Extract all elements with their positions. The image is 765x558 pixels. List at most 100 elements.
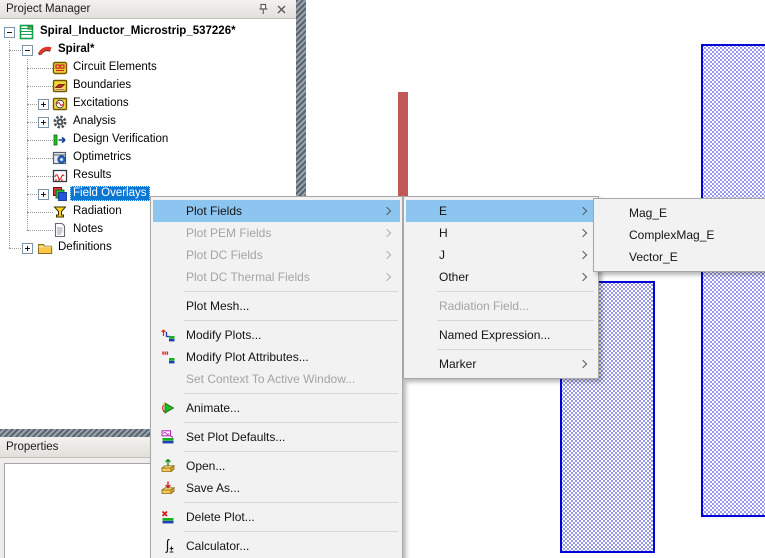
tree-item-boundaries[interactable]: Boundaries xyxy=(0,77,296,95)
tree-item-spiral-inductor-microstrip-537226[interactable]: Spiral_Inductor_Microstrip_537226* xyxy=(0,23,296,41)
tree-item-label[interactable]: Field Overlays xyxy=(70,186,150,201)
expand-plus-box[interactable] xyxy=(38,99,49,110)
tree-item-label[interactable]: Circuit Elements xyxy=(70,60,160,75)
menu-item-vector-e[interactable]: Vector_E xyxy=(596,246,765,268)
save-as-icon xyxy=(160,480,176,496)
notes-icon xyxy=(52,222,68,238)
tree-item-label[interactable]: Definitions xyxy=(55,240,115,255)
menu-item-label: Save As... xyxy=(186,481,241,495)
chevron-right-icon xyxy=(578,206,588,216)
chevron-right-icon xyxy=(578,359,588,369)
design-verification-icon xyxy=(52,132,68,148)
tree-item-results[interactable]: Results xyxy=(0,167,296,185)
menu-item-modify-plot-attributes[interactable]: Modify Plot Attributes... xyxy=(153,346,400,368)
menu-item-label: Set Context To Active Window... xyxy=(186,372,356,386)
menu-item-plot-fields[interactable]: Plot Fields xyxy=(153,200,400,222)
menu-separator xyxy=(184,320,398,321)
menu-item-calculator[interactable]: Calculator... xyxy=(153,535,400,557)
collapse-minus-box[interactable] xyxy=(4,27,15,38)
tree-item-label[interactable]: Results xyxy=(70,168,114,183)
expand-plus-box[interactable] xyxy=(22,243,33,254)
expand-plus-box[interactable] xyxy=(38,117,49,128)
menu-item-plot-dc-thermal-fields: Plot DC Thermal Fields xyxy=(153,266,400,288)
menu-item-label: Animate... xyxy=(186,401,241,415)
animate-icon xyxy=(160,400,176,416)
modify-plot-attributes-icon xyxy=(160,349,176,365)
menu-item-delete-plot[interactable]: Delete Plot... xyxy=(153,506,400,528)
tree-item-label[interactable]: Boundaries xyxy=(70,78,134,93)
tree-item-circuit-elements[interactable]: Circuit Elements xyxy=(0,59,296,77)
tree-item-label[interactable]: Radiation xyxy=(70,204,125,219)
model-object-hatched-right[interactable] xyxy=(701,44,765,517)
menu-item-plot-mesh[interactable]: Plot Mesh... xyxy=(153,295,400,317)
menu-separator xyxy=(437,291,594,292)
menu-item-complexmag-e[interactable]: ComplexMag_E xyxy=(596,224,765,246)
menu-item-j[interactable]: J xyxy=(406,244,596,266)
results-icon xyxy=(52,168,68,184)
menu-separator xyxy=(184,451,398,452)
tree-item-label[interactable]: Optimetrics xyxy=(70,150,134,165)
menu-item-named-expression[interactable]: Named Expression... xyxy=(406,324,596,346)
tree-item-excitations[interactable]: Excitations xyxy=(0,95,296,113)
menu-item-mag-e[interactable]: Mag_E xyxy=(596,202,765,224)
tree-item-label[interactable]: Spiral_Inductor_Microstrip_537226* xyxy=(37,24,239,39)
menu-item-plot-pem-fields: Plot PEM Fields xyxy=(153,222,400,244)
analysis-icon xyxy=(52,114,68,130)
menu-item-set-plot-defaults[interactable]: Set Plot Defaults... xyxy=(153,426,400,448)
calculator-icon xyxy=(160,538,176,554)
tree-item-label[interactable]: Analysis xyxy=(70,114,119,129)
chevron-right-icon xyxy=(382,206,392,216)
chevron-right-icon xyxy=(382,272,392,282)
tree-item-optimetrics[interactable]: Optimetrics xyxy=(0,149,296,167)
expand-plus-box[interactable] xyxy=(38,189,49,200)
open-icon xyxy=(160,458,176,474)
design-icon xyxy=(37,42,53,58)
tree-connector xyxy=(27,176,53,178)
menu-item-label: Delete Plot... xyxy=(186,510,255,524)
menu-separator xyxy=(437,349,594,350)
definitions-icon xyxy=(37,240,53,256)
panel-title: Project Manager xyxy=(6,3,91,15)
menu-item-marker[interactable]: Marker xyxy=(406,353,596,375)
menu-item-animate[interactable]: Animate... xyxy=(153,397,400,419)
menu-item-label: Plot DC Thermal Fields xyxy=(186,270,310,284)
modify-plots-icon xyxy=(160,327,176,343)
tree-item-label[interactable]: Spiral* xyxy=(55,42,97,57)
project-icon xyxy=(19,24,35,40)
model-object-red-bar[interactable] xyxy=(398,92,408,198)
tree-item-analysis[interactable]: Analysis xyxy=(0,113,296,131)
menu-item-label: Plot DC Fields xyxy=(186,248,263,262)
chevron-right-icon xyxy=(382,250,392,260)
tree-connector xyxy=(9,248,23,250)
menu-item-save-as[interactable]: Save As... xyxy=(153,477,400,499)
tree-item-label[interactable]: Excitations xyxy=(70,96,132,111)
tree-connector xyxy=(27,140,53,142)
menu-item-label: Plot Mesh... xyxy=(186,299,250,313)
menu-item-modify-plots[interactable]: Modify Plots... xyxy=(153,324,400,346)
menu-item-label: J xyxy=(439,248,445,262)
menu-item-e[interactable]: E xyxy=(406,200,596,222)
menu-item-label: Other xyxy=(439,270,470,284)
project-manager-titlebar[interactable]: Project Manager xyxy=(0,0,296,19)
excitations-icon xyxy=(52,96,68,112)
submenu-e-quantities: Mag_E ComplexMag_E Vector_E xyxy=(593,198,765,272)
optimetrics-icon xyxy=(52,150,68,166)
radiation-icon xyxy=(52,204,68,220)
close-icon[interactable] xyxy=(275,3,288,16)
circuit-elements-icon xyxy=(52,60,68,76)
tree-connector xyxy=(27,86,53,88)
context-menu: Plot Fields Plot PEM Fields Plot DC Fields… xyxy=(150,196,403,558)
menu-item-open[interactable]: Open... xyxy=(153,455,400,477)
menu-item-other[interactable]: Other xyxy=(406,266,596,288)
menu-item-label: Open... xyxy=(186,459,226,473)
tree-item-label[interactable]: Notes xyxy=(70,222,106,237)
pin-icon[interactable] xyxy=(257,3,270,16)
menu-separator xyxy=(184,502,398,503)
tree-item-label[interactable]: Design Verification xyxy=(70,132,171,147)
menu-item-h[interactable]: H xyxy=(406,222,596,244)
tree-item-spiral[interactable]: Spiral* xyxy=(0,41,296,59)
set-plot-defaults-icon xyxy=(160,429,176,445)
collapse-minus-box[interactable] xyxy=(22,45,33,56)
tree-item-design-verification[interactable]: Design Verification xyxy=(0,131,296,149)
menu-item-label: Modify Plots... xyxy=(186,328,262,342)
